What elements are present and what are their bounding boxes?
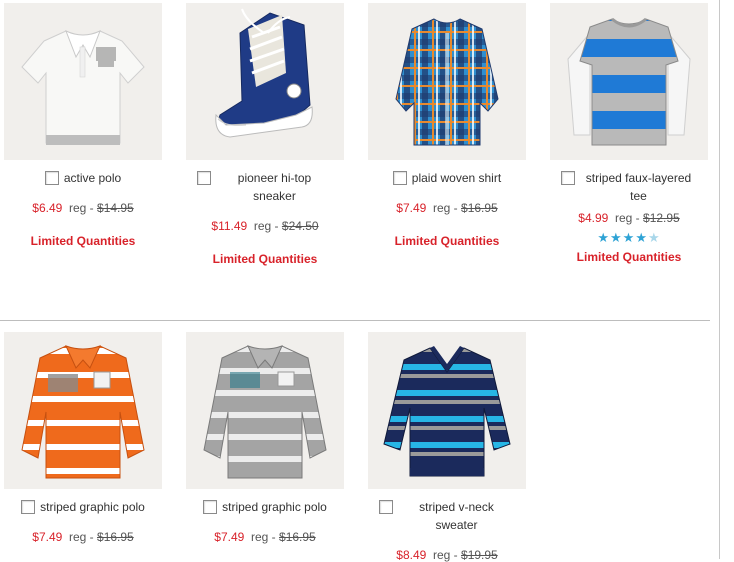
product-name-row: striped graphic polo: [186, 498, 344, 516]
sale-price: $4.99: [578, 211, 609, 225]
price-line: $11.49 reg - $24.50: [186, 219, 344, 233]
price-line: $6.49 reg - $14.95: [4, 201, 162, 215]
sale-price: $7.49: [396, 201, 427, 215]
product-image-faux-layered-tee[interactable]: [550, 3, 708, 160]
limited-quantities-label: Limited Quantities: [576, 250, 682, 264]
compare-checkbox[interactable]: [44, 171, 59, 185]
sale-price: $7.49: [32, 530, 63, 544]
compare-checkbox[interactable]: [392, 171, 407, 185]
right-divider: [719, 0, 720, 559]
product-card: striped v-neck sweater $8.49 reg - $19.9…: [368, 332, 526, 562]
product-image-graphic-polo-gray[interactable]: [186, 332, 344, 489]
price-line: $7.49 reg - $16.95: [368, 201, 526, 215]
regular-price: $16.95: [461, 201, 498, 215]
product-image-active-polo[interactable]: [4, 3, 162, 160]
reg-label: reg -: [432, 548, 458, 562]
product-name[interactable]: active polo: [64, 169, 121, 187]
product-name[interactable]: plaid woven shirt: [412, 169, 501, 187]
product-name[interactable]: striped graphic polo: [222, 498, 327, 516]
product-name-row: striped faux-layered tee: [550, 169, 708, 205]
star-icon: ★★★★: [597, 230, 648, 245]
regular-price: $12.95: [643, 211, 680, 225]
row-divider: [0, 320, 710, 321]
reg-label: reg -: [432, 201, 458, 215]
product-name-row: striped v-neck sweater: [368, 498, 526, 534]
compare-checkbox[interactable]: [196, 171, 211, 185]
product-name[interactable]: striped v-neck sweater: [398, 498, 516, 534]
sale-price: $11.49: [211, 219, 248, 233]
product-name-row: active polo: [4, 169, 162, 187]
product-image-v-neck-sweater[interactable]: [368, 332, 526, 489]
product-name-row: pioneer hi-top sneaker: [186, 169, 344, 205]
limited-quantities-label: Limited Quantities: [394, 234, 500, 248]
compare-checkbox[interactable]: [378, 500, 393, 514]
product-card: active polo $6.49 reg - $14.95 Limited Q…: [4, 3, 162, 248]
product-name[interactable]: striped faux-layered tee: [580, 169, 698, 205]
regular-price: $24.50: [281, 219, 319, 233]
compare-checkbox[interactable]: [560, 171, 575, 185]
product-card: striped graphic polo $7.49 reg - $16.95: [186, 332, 344, 544]
product-name-row: striped graphic polo: [4, 498, 162, 516]
product-name[interactable]: pioneer hi-top sneaker: [216, 169, 334, 205]
limited-quantities-label: Limited Quantities: [30, 234, 136, 248]
product-image-graphic-polo-orange[interactable]: [4, 332, 162, 489]
product-card: striped graphic polo $7.49 reg - $16.95: [4, 332, 162, 544]
reg-label: reg -: [253, 219, 279, 233]
regular-price: $16.95: [279, 530, 316, 544]
rating-stars[interactable]: ★★★★★: [550, 231, 708, 245]
regular-price: $16.95: [97, 530, 134, 544]
price-line: $4.99 reg - $12.95: [550, 211, 708, 225]
sale-price: $8.49: [396, 548, 427, 562]
product-name-row: plaid woven shirt: [368, 169, 526, 187]
product-card: plaid woven shirt $7.49 reg - $16.95 Lim…: [368, 3, 526, 248]
reg-label: reg -: [68, 201, 94, 215]
half-star-icon: ★: [647, 230, 661, 245]
reg-label: reg -: [250, 530, 276, 544]
compare-checkbox[interactable]: [21, 500, 36, 514]
price-line: $7.49 reg - $16.95: [186, 530, 344, 544]
reg-label: reg -: [68, 530, 94, 544]
sale-price: $6.49: [32, 201, 63, 215]
product-name[interactable]: striped graphic polo: [40, 498, 145, 516]
regular-price: $14.95: [97, 201, 134, 215]
price-line: $8.49 reg - $19.95: [368, 548, 526, 562]
product-image-plaid-shirt[interactable]: [368, 3, 526, 160]
product-card: pioneer hi-top sneaker $11.49 reg - $24.…: [186, 3, 344, 266]
sale-price: $7.49: [214, 530, 245, 544]
compare-checkbox[interactable]: [203, 500, 218, 514]
product-image-sneaker[interactable]: [186, 3, 344, 160]
product-card: striped faux-layered tee $4.99 reg - $12…: [550, 3, 708, 264]
limited-quantities-label: Limited Quantities: [212, 252, 318, 266]
price-line: $7.49 reg - $16.95: [4, 530, 162, 544]
regular-price: $19.95: [461, 548, 498, 562]
reg-label: reg -: [614, 211, 640, 225]
